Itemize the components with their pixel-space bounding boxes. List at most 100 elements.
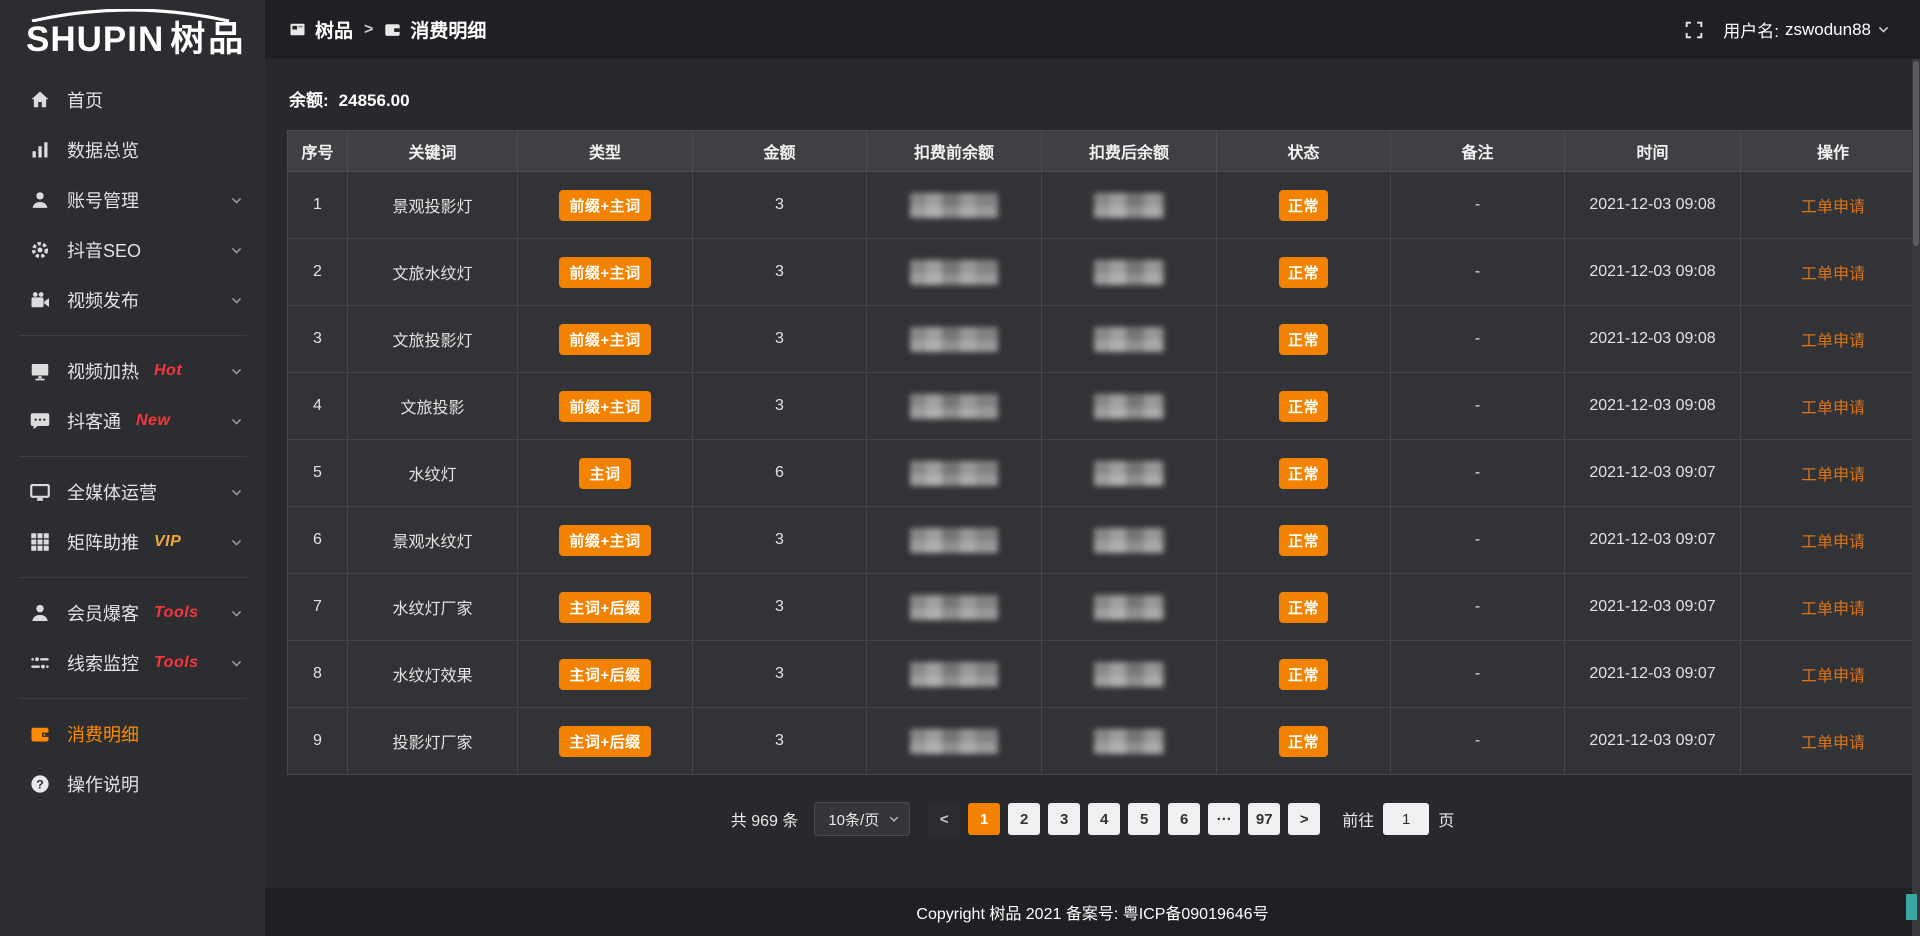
cell-keyword: 投影灯厂家 (348, 708, 518, 775)
breadcrumb-current: 消费明细 (410, 16, 486, 43)
type-badge: 前缀+主词 (559, 391, 650, 422)
cell-time: 2021-12-03 09:07 (1565, 440, 1741, 507)
masked-balance-before (910, 729, 998, 754)
next-page-button[interactable]: > (1288, 803, 1320, 835)
column-header: 序号 (288, 131, 348, 172)
username-label: 用户名: (1723, 17, 1779, 42)
sidebar-item-label: 抖客通 (67, 408, 121, 434)
sidebar-divider (18, 456, 247, 457)
grid-icon (30, 532, 50, 552)
page-button-1[interactable]: 1 (968, 803, 1000, 835)
balance-bar: 余额:24856.00 (265, 59, 1920, 130)
page-button-97[interactable]: 97 (1248, 803, 1280, 835)
cell-keyword: 景观水纹灯 (348, 507, 518, 574)
status-badge: 正常 (1279, 190, 1328, 221)
column-header: 金额 (693, 131, 867, 172)
table-row: 9投影灯厂家主词+后缀3正常-2021-12-03 09:07工单申请 (288, 708, 1920, 775)
prev-page-button[interactable]: < (928, 803, 960, 835)
pagination: 共 969 条 10条/页 < 123456···97 > 前往 页 (265, 802, 1920, 836)
column-header: 时间 (1565, 131, 1741, 172)
consume-table-wrap: 序号关键词类型金额扣费前余额扣费后余额状态备注时间操作 1景观投影灯前缀+主词3… (287, 130, 1905, 775)
status-badge: 正常 (1279, 324, 1328, 355)
masked-balance-before (910, 327, 998, 352)
sidebar-item-consume[interactable]: 消费明细 (0, 709, 265, 759)
corner-widget[interactable] (1906, 894, 1917, 920)
sidebar-item-douketong[interactable]: 抖客通New (0, 396, 265, 446)
masked-balance-before (910, 528, 998, 553)
monitor-icon (30, 482, 50, 502)
masked-balance-after (1094, 193, 1164, 218)
sidebar-item-help[interactable]: ? 操作说明 (0, 759, 265, 809)
type-badge: 主词+后缀 (559, 659, 650, 690)
masked-balance-after (1094, 528, 1164, 553)
action-link[interactable]: 工单申请 (1801, 400, 1865, 417)
table-row: 5水纹灯主词6正常-2021-12-03 09:07工单申请 (288, 440, 1920, 507)
page-button-3[interactable]: 3 (1048, 803, 1080, 835)
sidebar-item-badge: Tools (154, 654, 199, 672)
type-badge: 前缀+主词 (559, 190, 650, 221)
cell-keyword: 文旅投影灯 (348, 306, 518, 373)
chat-icon (30, 411, 50, 431)
chevron-down-icon (1877, 23, 1890, 36)
cell-index: 6 (288, 507, 348, 574)
sidebar-item-clue[interactable]: 线索监控Tools (0, 638, 265, 688)
cell-index: 8 (288, 641, 348, 708)
brand-logo[interactable]: SHUPIN树品 (0, 0, 265, 59)
action-link[interactable]: 工单申请 (1801, 199, 1865, 216)
table-row: 6景观水纹灯前缀+主词3正常-2021-12-03 09:07工单申请 (288, 507, 1920, 574)
cell-time: 2021-12-03 09:08 (1565, 172, 1741, 239)
user-menu[interactable]: 用户名: zswodun88 (1723, 17, 1890, 42)
sidebar-item-media[interactable]: 全媒体运营 (0, 467, 265, 517)
cell-amount: 3 (693, 574, 867, 641)
masked-balance-after (1094, 595, 1164, 620)
sidebar-item-overview[interactable]: 数据总览 (0, 125, 265, 175)
sidebar-item-matrix[interactable]: 矩阵助推VIP (0, 517, 265, 567)
masked-balance-after (1094, 662, 1164, 687)
sidebar-item-member[interactable]: 会员爆客Tools (0, 588, 265, 638)
table-row: 3文旅投影灯前缀+主词3正常-2021-12-03 09:08工单申请 (288, 306, 1920, 373)
sidebar-item-account[interactable]: 账号管理 (0, 175, 265, 225)
sidebar-item-label: 操作说明 (67, 771, 139, 797)
scrollbar[interactable] (1912, 59, 1920, 936)
page-button-5[interactable]: 5 (1128, 803, 1160, 835)
cell-remark: - (1391, 708, 1565, 775)
column-header: 类型 (518, 131, 693, 172)
chevron-down-icon (230, 194, 243, 207)
sidebar-item-label: 账号管理 (67, 187, 139, 213)
masked-balance-before (910, 595, 998, 620)
column-header: 扣费后余额 (1042, 131, 1217, 172)
column-header: 扣费前余额 (867, 131, 1042, 172)
action-link[interactable]: 工单申请 (1801, 601, 1865, 618)
cell-remark: - (1391, 306, 1565, 373)
chevron-down-icon (230, 486, 243, 499)
consume-table: 序号关键词类型金额扣费前余额扣费后余额状态备注时间操作 1景观投影灯前缀+主词3… (287, 130, 1920, 775)
scrollbar-thumb[interactable] (1913, 61, 1919, 246)
cell-amount: 3 (693, 306, 867, 373)
question-icon: ? (30, 774, 50, 794)
sidebar-item-label: 数据总览 (67, 137, 139, 163)
page-size-select[interactable]: 10条/页 (814, 802, 910, 836)
page-button-4[interactable]: 4 (1088, 803, 1120, 835)
chart-icon (30, 140, 50, 160)
goto-unit: 页 (1438, 807, 1454, 831)
logo-text: SHUPIN树品 (26, 22, 265, 57)
action-link[interactable]: 工单申请 (1801, 534, 1865, 551)
sidebar-item-publish[interactable]: 视频发布 (0, 275, 265, 325)
sidebar-item-home[interactable]: 首页 (0, 75, 265, 125)
more-pages-button[interactable]: ··· (1208, 803, 1240, 835)
action-link[interactable]: 工单申请 (1801, 333, 1865, 350)
action-link[interactable]: 工单申请 (1801, 266, 1865, 283)
page-button-6[interactable]: 6 (1168, 803, 1200, 835)
sidebar-item-heat[interactable]: 视频加热Hot (0, 346, 265, 396)
table-row: 2文旅水纹灯前缀+主词3正常-2021-12-03 09:08工单申请 (288, 239, 1920, 306)
status-badge: 正常 (1279, 726, 1328, 757)
cell-remark: - (1391, 507, 1565, 574)
sidebar-item-seo[interactable]: 抖音SEO (0, 225, 265, 275)
fullscreen-icon[interactable] (1685, 21, 1703, 39)
action-link[interactable]: 工单申请 (1801, 668, 1865, 685)
action-link[interactable]: 工单申请 (1801, 467, 1865, 484)
action-link[interactable]: 工单申请 (1801, 735, 1865, 752)
breadcrumb-root[interactable]: 树品 (315, 16, 353, 43)
page-button-2[interactable]: 2 (1008, 803, 1040, 835)
goto-page-input[interactable] (1383, 803, 1429, 835)
